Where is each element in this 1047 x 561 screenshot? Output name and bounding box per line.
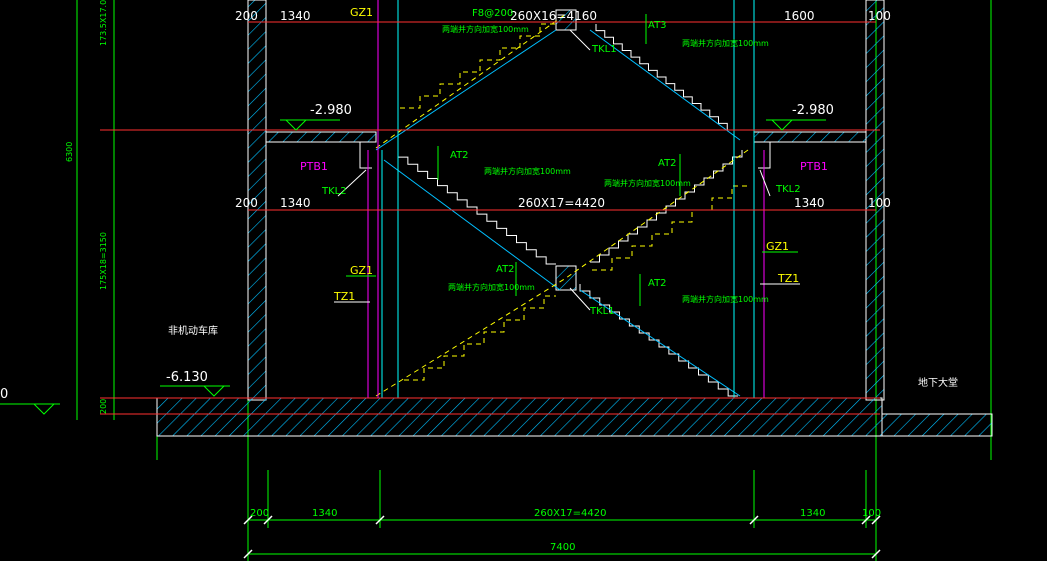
dim-bot-1340-right: 1340: [800, 508, 825, 519]
label-gz1-right: GZ1: [766, 240, 789, 253]
green-leaders: [346, 14, 798, 306]
dim-top-right: 100: [868, 9, 891, 23]
dim-vert-6300: 6300: [65, 142, 74, 162]
dim-mid-right: 100: [868, 196, 891, 210]
dim-vert-mid: 175X18=3150: [99, 232, 108, 290]
elev-ground-left: -6.130: [166, 370, 208, 385]
label-room-right: 地下大堂: [918, 376, 958, 389]
label-at2-c: AT2: [496, 264, 515, 275]
label-note-b: 两端并方向加宽100mm: [604, 178, 691, 188]
label-at2-a: AT2: [450, 150, 469, 161]
dim-top-1340: 1340: [280, 9, 311, 23]
label-note-top-right: 两端并方向加宽100mm: [682, 38, 769, 48]
dim-total: 7400: [550, 542, 575, 553]
label-at3: AT3: [648, 20, 667, 31]
dim-mid-1340: 1340: [280, 196, 311, 210]
elev-landing-right: -2.980: [792, 103, 834, 118]
label-rebar: F8@200: [472, 8, 513, 19]
dim-top-1600: 1600: [784, 9, 815, 23]
concrete-walls: [156, 0, 993, 437]
dim-bot-right: 100: [862, 508, 881, 519]
dim-top-run: 260X16=4160: [510, 9, 597, 23]
label-note-a: 两端并方向加宽100mm: [484, 166, 571, 176]
label-note-c: 两端并方向加宽100mm: [448, 282, 535, 292]
label-room-left: 非机动车库: [168, 324, 218, 337]
label-tkl2-right: TKL2: [775, 184, 801, 195]
label-tkl1-top: TKL1: [591, 44, 617, 55]
dim-bot-left: 200: [250, 508, 269, 519]
label-gz1-left: GZ1: [350, 264, 373, 277]
outline-lines: [76, 0, 992, 561]
dim-vert-top: 173.5X17.0: [99, 0, 108, 46]
elev-landing-left: -2.980: [310, 103, 352, 118]
label-ptb1-left: PTB1: [300, 160, 328, 173]
label-rebar-note: 两端并方向加宽100mm: [442, 24, 529, 34]
label-tkl1-bot: TKL1: [589, 306, 615, 317]
label-at2-b: AT2: [658, 158, 677, 169]
stair-flight-soffits: [375, 29, 741, 397]
label-tz1-left: TZ1: [333, 290, 355, 303]
dim-bot-1340: 1340: [312, 508, 337, 519]
dim-vert-bottom: 200: [99, 399, 108, 414]
label-note-d: 两端并方向加宽100mm: [682, 294, 769, 304]
label-tkl2-left: TKL2: [321, 186, 347, 197]
stair-section-drawing: 200 1340 260X16=4160 1600 100 200 1340 2…: [0, 0, 993, 561]
dim-mid-1340-right: 1340: [794, 196, 825, 210]
label-tz1-right: TZ1: [777, 272, 799, 285]
dim-mid-left: 200: [235, 196, 258, 210]
dim-mid-run: 260X17=4420: [518, 196, 605, 210]
label-ptb1-right: PTB1: [800, 160, 828, 173]
label-at2-d: AT2: [648, 278, 667, 289]
label-gz1-top: GZ1: [350, 6, 373, 19]
dim-bot-run: 260X17=4420: [534, 508, 607, 519]
dim-top-left: 200: [235, 9, 258, 23]
elev-far-left: 0: [0, 387, 8, 402]
dimension-lines: [100, 21, 880, 415]
